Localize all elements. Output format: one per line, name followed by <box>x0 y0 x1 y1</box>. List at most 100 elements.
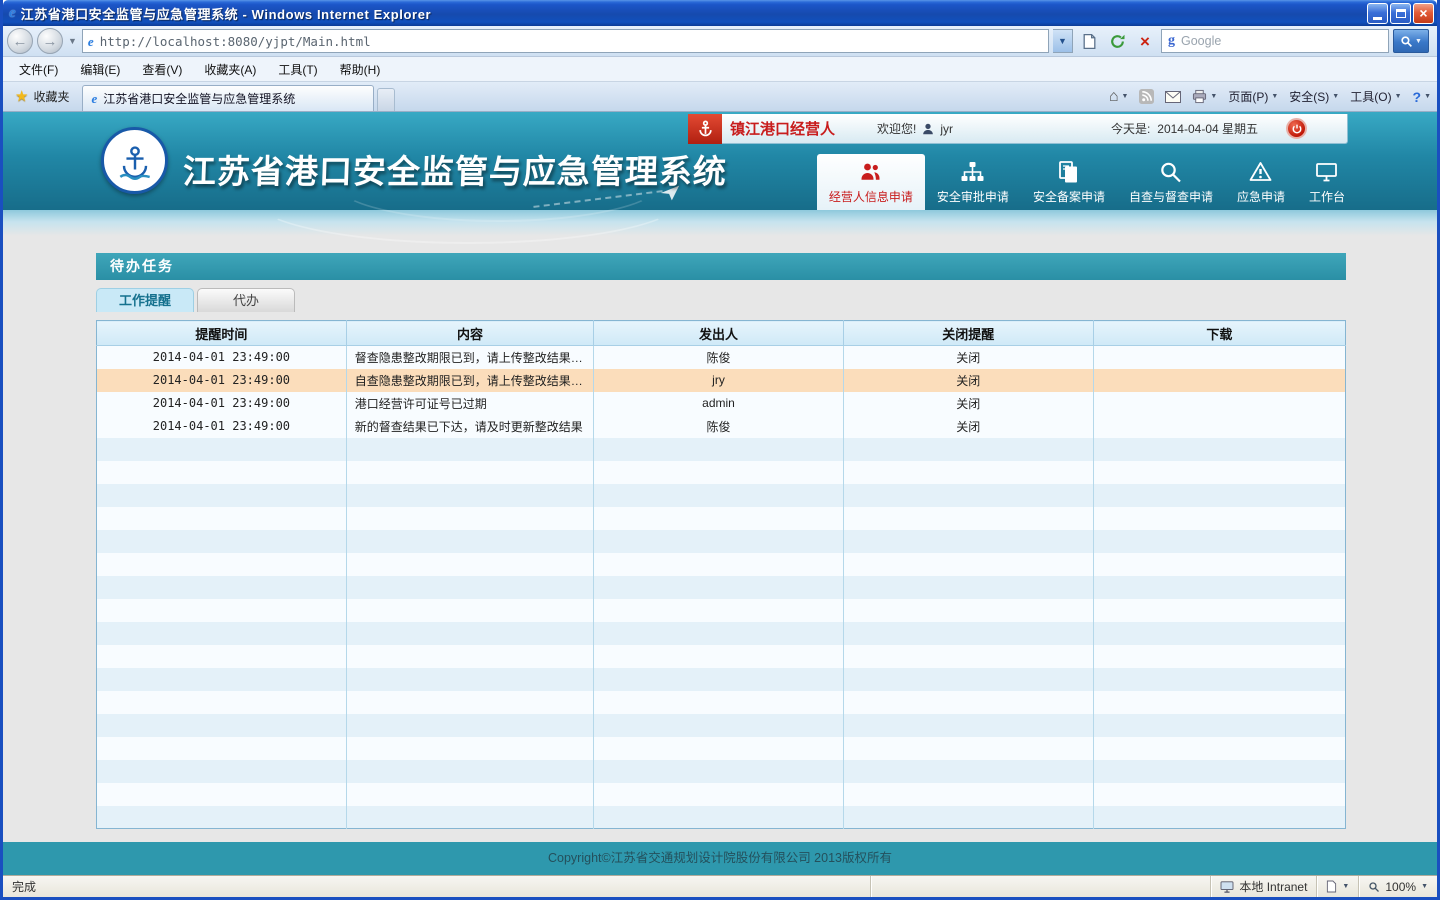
download-cell <box>1093 415 1345 438</box>
empty-row <box>97 645 1346 668</box>
power-icon <box>1291 123 1303 135</box>
nav-item-safety-record-apply[interactable]: 安全备案申请 <box>1021 154 1117 210</box>
download-cell <box>1093 392 1345 415</box>
close-button[interactable]: × <box>1413 3 1434 24</box>
empty-row <box>97 737 1346 760</box>
download-cell <box>1093 346 1345 369</box>
nav-item-workbench[interactable]: 工作台 <box>1297 154 1357 210</box>
stop-icon: × <box>1140 33 1150 50</box>
home-dropdown[interactable]: ▼ <box>1121 93 1128 100</box>
tab-work-reminder[interactable]: 工作提醒 <box>96 288 194 312</box>
port-logo-anchor-icon <box>113 139 157 183</box>
favorites-label: 收藏夹 <box>33 88 69 105</box>
documents-icon <box>1055 159 1082 184</box>
empty-row <box>97 714 1346 737</box>
nav-item-safety-approval-apply[interactable]: 安全审批申请 <box>925 154 1021 210</box>
column-header-download: 下载 <box>1093 321 1345 346</box>
google-icon: g <box>1168 34 1175 48</box>
role-ribbon <box>688 114 722 144</box>
ie-icon: e <box>9 6 16 21</box>
back-button[interactable]: ← <box>7 28 33 54</box>
table-header-row: 提醒时间 内容 发出人 关闭提醒 下载 <box>97 321 1346 346</box>
feeds-button[interactable] <box>1139 89 1154 104</box>
close-reminder-link[interactable]: 关闭 <box>956 397 980 411</box>
menu-item-favorites[interactable]: 收藏夹(A) <box>194 58 266 81</box>
search-dropdown[interactable]: ▼ <box>1415 38 1422 45</box>
username: jyr <box>940 122 953 136</box>
rss-icon <box>1139 89 1154 104</box>
zoom-page-button[interactable]: ▼ <box>1316 876 1358 897</box>
nav-item-operator-info-apply[interactable]: 经营人信息申请 <box>817 154 925 210</box>
print-button[interactable]: ▼ <box>1192 89 1217 104</box>
empty-row <box>97 553 1346 576</box>
column-header-content: 内容 <box>346 321 593 346</box>
nav-item-emergency-apply[interactable]: 应急申请 <box>1225 154 1297 210</box>
empty-row <box>97 622 1346 645</box>
refresh-icon <box>1109 33 1126 50</box>
forward-button[interactable]: → <box>37 28 63 54</box>
empty-row <box>97 576 1346 599</box>
tab-delegate[interactable]: 代办 <box>197 288 295 312</box>
logout-button[interactable] <box>1286 118 1307 139</box>
recent-pages-dropdown[interactable]: ▼ <box>67 36 78 46</box>
compatibility-view-button[interactable] <box>1077 29 1101 53</box>
download-cell <box>1093 369 1345 392</box>
tab-ie-icon: e <box>91 92 97 105</box>
close-reminder-link[interactable]: 关闭 <box>956 374 980 388</box>
empty-row <box>97 783 1346 806</box>
read-mail-button[interactable] <box>1165 91 1181 103</box>
close-reminder-link[interactable]: 关闭 <box>956 420 980 434</box>
home-icon: ⌂ <box>1109 89 1119 105</box>
anchor-icon <box>697 120 714 137</box>
search-box: g <box>1161 29 1389 53</box>
stop-button[interactable]: × <box>1133 29 1157 53</box>
page-header: 江苏省港口安全监管与应急管理系统 镇江港口经营人 欢迎您! jyr <box>3 112 1437 210</box>
print-dropdown[interactable]: ▼ <box>1210 93 1217 100</box>
help-icon: ? <box>1413 90 1422 104</box>
safety-menu-button[interactable]: 安全(S)▼ <box>1289 88 1339 105</box>
zoom-control[interactable]: 100% ▼ <box>1358 876 1437 897</box>
menu-item-tools[interactable]: 工具(T) <box>268 58 327 81</box>
empty-row <box>97 806 1346 829</box>
todo-panel: 待办任务 工作提醒 代办 提醒时间 内容 发出人 关闭提醒 下载 <box>96 253 1346 829</box>
address-field[interactable]: e http://localhost:8080/yjpt/Main.html <box>82 29 1049 53</box>
table-row[interactable]: 2014-04-01 23:49:00 新的督查结果已下达，请及时更新整改结果 … <box>97 415 1346 438</box>
table-row[interactable]: 2014-04-01 23:49:00 督查隐患整改期限已到，请上传整改结果… … <box>97 346 1346 369</box>
panel-tabs: 工作提醒 代办 <box>96 288 1346 312</box>
search-input[interactable] <box>1181 34 1382 48</box>
window-title: 江苏省港口安全监管与应急管理系统 - Windows Internet Expl… <box>21 4 1365 23</box>
maximize-button[interactable] <box>1390 3 1411 24</box>
nav-item-selfcheck-supervision-apply[interactable]: 自查与督查申请 <box>1117 154 1225 210</box>
search-button[interactable]: ▼ <box>1393 29 1429 53</box>
security-zone-pane[interactable]: 本地 Intranet <box>1210 876 1316 897</box>
system-title: 江苏省港口安全监管与应急管理系统 <box>182 145 728 193</box>
menu-item-edit[interactable]: 编辑(E) <box>70 58 130 81</box>
menu-item-help[interactable]: 帮助(H) <box>330 58 391 81</box>
browser-tab[interactable]: e 江苏省港口安全监管与应急管理系统 <box>82 85 374 111</box>
minimize-button[interactable] <box>1367 3 1388 24</box>
home-button[interactable]: ⌂ ▼ <box>1109 89 1129 105</box>
todo-table: 提醒时间 内容 发出人 关闭提醒 下载 2014-04-01 23:49:00 … <box>96 320 1346 829</box>
empty-row <box>97 530 1346 553</box>
zoom-level: 100% <box>1385 880 1416 894</box>
warning-triangle-icon <box>1247 159 1274 184</box>
star-icon: ★ <box>15 89 28 104</box>
refresh-button[interactable] <box>1105 29 1129 53</box>
status-text: 完成 <box>3 878 870 895</box>
help-button[interactable]: ?▼ <box>1413 90 1432 104</box>
empty-row <box>97 438 1346 461</box>
page-icon <box>1081 33 1098 50</box>
menu-item-view[interactable]: 查看(V) <box>132 58 192 81</box>
tools-menu-button[interactable]: 工具(O)▼ <box>1350 88 1401 105</box>
address-dropdown-button[interactable]: ▼ <box>1053 29 1073 53</box>
favorites-button[interactable]: ★ 收藏夹 <box>9 84 78 111</box>
page-menu-button[interactable]: 页面(P)▼ <box>1228 88 1278 105</box>
table-row[interactable]: 2014-04-01 23:49:00 自查隐患整改期限已到，请上传整改结果… … <box>97 369 1346 392</box>
role-badge: 镇江港口经营人 <box>730 118 835 139</box>
close-reminder-link[interactable]: 关闭 <box>956 351 980 365</box>
welcome-label: 欢迎您! <box>877 120 916 137</box>
welcome-group: 欢迎您! jyr <box>877 120 953 137</box>
new-tab-stub[interactable] <box>377 88 395 111</box>
table-row[interactable]: 2014-04-01 23:49:00 港口经营许可证号已过期 admin 关闭 <box>97 392 1346 415</box>
menu-item-file[interactable]: 文件(F) <box>9 58 68 81</box>
